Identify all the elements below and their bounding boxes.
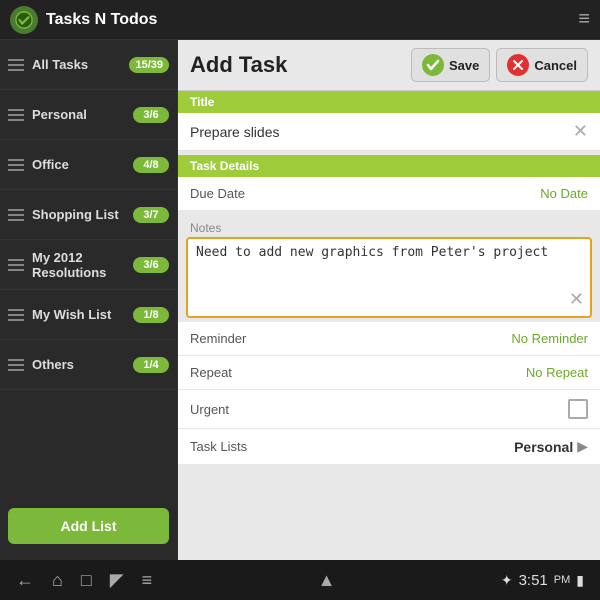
notes-area: ✕ xyxy=(186,237,592,318)
due-date-value: No Date xyxy=(540,186,588,201)
reminder-value: No Reminder xyxy=(511,331,588,346)
title-clear-icon[interactable]: ✕ xyxy=(573,121,588,142)
sidebar-badge-office: 4/8 xyxy=(133,157,169,173)
repeat-row[interactable]: Repeat No Repeat xyxy=(178,356,600,390)
sidebar-badge-resolutions: 3/6 xyxy=(133,257,169,273)
notes-label: Notes xyxy=(178,215,600,237)
notes-input[interactable] xyxy=(196,245,582,305)
menu-lines-icon xyxy=(8,109,24,121)
home-icon[interactable]: ⌂ xyxy=(52,570,63,591)
task-lists-label: Task Lists xyxy=(190,439,514,454)
bottom-nav: ← ⌂ □ ◤ ≡ xyxy=(16,570,152,591)
task-lists-arrow-icon: ▶ xyxy=(577,438,588,455)
menu-icon[interactable]: ≡ xyxy=(578,8,590,31)
cancel-label: Cancel xyxy=(534,58,577,73)
sidebar-item-shopping-label: Shopping List xyxy=(32,207,133,222)
urgent-checkbox[interactable] xyxy=(568,399,588,419)
sidebar-item-all-tasks[interactable]: All Tasks 15/39 xyxy=(0,40,177,90)
menu-lines-icon xyxy=(8,309,24,321)
task-lists-row[interactable]: Task Lists Personal ▶ xyxy=(178,429,600,465)
menu-lines-icon xyxy=(8,59,24,71)
urgent-row[interactable]: Urgent xyxy=(178,390,600,429)
menu-lines-icon xyxy=(8,359,24,371)
sidebar: All Tasks 15/39 Personal 3/6 Office 4/8 … xyxy=(0,40,178,560)
notes-clear-icon[interactable]: ✕ xyxy=(569,289,584,310)
repeat-label: Repeat xyxy=(190,365,526,380)
sidebar-item-others-label: Others xyxy=(32,357,133,372)
sidebar-item-others[interactable]: Others 1/4 xyxy=(0,340,177,390)
menu-lines-icon xyxy=(8,259,24,271)
sidebar-badge-personal: 3/6 xyxy=(133,107,169,123)
sidebar-badge-all-tasks: 15/39 xyxy=(129,57,169,73)
task-details-section: Task Details Due Date No Date Notes ✕ Re… xyxy=(178,151,600,465)
title-label-bar: Title xyxy=(178,91,600,113)
title-field-row: ✕ xyxy=(178,113,600,151)
menu-lines-icon xyxy=(8,209,24,221)
repeat-value: No Repeat xyxy=(526,365,588,380)
sidebar-item-wish-list[interactable]: My Wish List 1/8 xyxy=(0,290,177,340)
top-bar: Tasks N Todos ≡ xyxy=(0,0,600,40)
save-check-icon xyxy=(422,54,444,76)
battery-icon: ▮ xyxy=(576,572,584,589)
sidebar-badge-shopping: 3/7 xyxy=(133,207,169,223)
hamburger-icon[interactable]: ≡ xyxy=(142,570,153,591)
title-input[interactable] xyxy=(190,124,573,140)
sidebar-badge-wish: 1/8 xyxy=(133,307,169,323)
sidebar-item-office[interactable]: Office 4/8 xyxy=(0,140,177,190)
sidebar-item-wish-label: My Wish List xyxy=(32,307,133,322)
due-date-label: Due Date xyxy=(190,186,540,201)
sidebar-item-personal[interactable]: Personal 3/6 xyxy=(0,90,177,140)
sidebar-item-office-label: Office xyxy=(32,157,133,172)
content-area: Add Task Save Cancel xyxy=(178,40,600,560)
page-title: Add Task xyxy=(190,52,411,78)
recent-icon[interactable]: □ xyxy=(81,570,92,591)
sidebar-item-personal-label: Personal xyxy=(32,107,133,122)
sidebar-item-resolutions-label: My 2012 Resolutions xyxy=(32,250,133,280)
title-section: Title ✕ xyxy=(178,91,600,151)
task-lists-value: Personal xyxy=(514,439,573,455)
urgent-label: Urgent xyxy=(190,402,568,417)
reminder-label: Reminder xyxy=(190,331,511,346)
sidebar-item-resolutions[interactable]: My 2012 Resolutions 3/6 xyxy=(0,240,177,290)
time-display: 3:51 xyxy=(519,572,548,589)
bottom-center-nav[interactable]: ▲ xyxy=(318,570,336,591)
back-icon[interactable]: ← xyxy=(16,570,34,591)
bottom-bar: ← ⌂ □ ◤ ≡ ▲ ✦ 3:51 PM ▮ xyxy=(0,560,600,600)
bottom-right: ✦ 3:51 PM ▮ xyxy=(501,572,584,589)
bluetooth-icon: ✦ xyxy=(501,572,513,589)
save-button[interactable]: Save xyxy=(411,48,490,82)
app-title: Tasks N Todos xyxy=(46,11,578,29)
sidebar-badge-others: 1/4 xyxy=(133,357,169,373)
save-label: Save xyxy=(449,58,479,73)
sidebar-item-all-tasks-label: All Tasks xyxy=(32,57,129,72)
due-date-row[interactable]: Due Date No Date xyxy=(178,177,600,211)
am-pm-display: PM xyxy=(554,574,571,586)
reminder-row[interactable]: Reminder No Reminder xyxy=(178,322,600,356)
screenshot-icon[interactable]: ◤ xyxy=(110,570,124,591)
app-logo xyxy=(10,6,38,34)
sidebar-item-shopping-list[interactable]: Shopping List 3/7 xyxy=(0,190,177,240)
form-header: Add Task Save Cancel xyxy=(178,40,600,91)
main-layout: All Tasks 15/39 Personal 3/6 Office 4/8 … xyxy=(0,40,600,560)
cancel-x-icon xyxy=(507,54,529,76)
cancel-button[interactable]: Cancel xyxy=(496,48,588,82)
add-list-button[interactable]: Add List xyxy=(8,508,169,544)
task-details-label-bar: Task Details xyxy=(178,155,600,177)
menu-lines-icon xyxy=(8,159,24,171)
